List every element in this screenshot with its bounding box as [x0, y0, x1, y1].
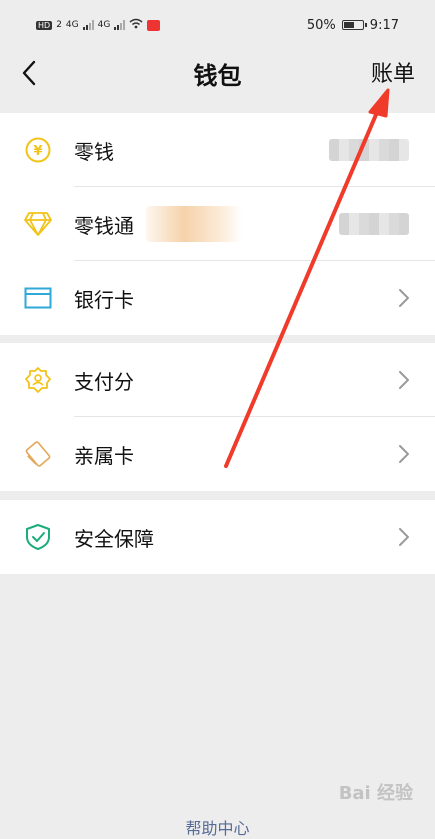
redacted-value — [329, 139, 409, 161]
yuan-coin-icon: ¥ — [24, 136, 52, 164]
signal-icon-2 — [114, 20, 126, 30]
diamond-icon — [24, 210, 52, 238]
chevron-right-icon — [399, 444, 413, 464]
pay-score-icon — [24, 366, 52, 394]
list-item-label: 零钱通 — [74, 213, 134, 238]
list-item-label: 安全保障 — [74, 526, 154, 551]
list-item-bank-card[interactable]: 银行卡 — [0, 261, 435, 335]
status-left-icons: HD 2 4G 4G — [36, 18, 161, 32]
wallet-section-services: 支付分 亲属卡 — [0, 343, 435, 491]
list-item-label: 支付分 — [74, 369, 134, 394]
status-bar: HD 2 4G 4G 50% 9:17 — [0, 0, 435, 50]
redacted-value — [339, 213, 409, 235]
chevron-right-icon — [399, 527, 413, 547]
list-item-lingqiantong[interactable]: 零钱通 — [0, 187, 435, 261]
bank-card-icon — [24, 284, 52, 312]
navbar: 钱包 账单 — [0, 50, 435, 110]
sim-slot-label: 2 — [56, 20, 62, 30]
list-item-pay-score[interactable]: 支付分 — [0, 343, 435, 417]
chevron-right-icon — [399, 370, 413, 390]
network-4g-label-2: 4G — [97, 20, 111, 30]
clock: 9:17 — [369, 17, 399, 33]
page-title: 钱包 — [193, 62, 242, 90]
wallet-section-balance: ¥ 零钱 零钱通 银行卡 — [0, 113, 435, 335]
hd-badge: HD — [36, 20, 53, 30]
list-item-family-card[interactable]: 亲属卡 — [0, 417, 435, 491]
family-card-icon — [24, 440, 52, 468]
app-notification-icon — [147, 19, 161, 31]
battery-icon — [341, 20, 367, 30]
list-item-label: 亲属卡 — [74, 443, 134, 468]
svg-text:¥: ¥ — [33, 144, 42, 159]
shield-check-icon — [24, 523, 52, 551]
list-item-label: 银行卡 — [74, 287, 134, 312]
signal-icon — [82, 20, 94, 30]
chevron-right-icon — [399, 288, 413, 308]
bill-button[interactable]: 账单 — [371, 56, 415, 88]
wifi-icon — [129, 18, 143, 32]
battery-percent: 50% — [306, 17, 336, 33]
wallet-section-security: 安全保障 — [0, 500, 435, 574]
list-item-change[interactable]: ¥ 零钱 — [0, 113, 435, 187]
status-right: 50% 9:17 — [307, 18, 399, 33]
list-item-label: 零钱 — [74, 139, 114, 164]
network-4g-label: 4G — [65, 20, 79, 30]
help-center-link[interactable]: 帮助中心 — [0, 815, 435, 839]
redacted-promo — [146, 206, 242, 242]
watermark: Bai 经验 — [338, 783, 413, 804]
list-item-security[interactable]: 安全保障 — [0, 500, 435, 574]
